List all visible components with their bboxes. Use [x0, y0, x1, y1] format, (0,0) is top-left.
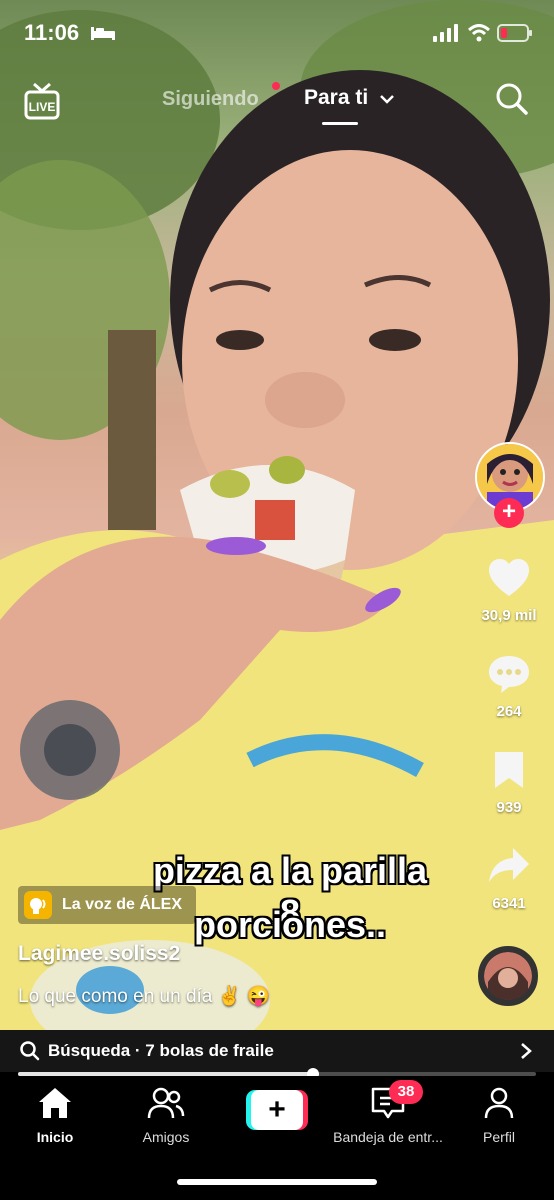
nav-home[interactable]: Inicio — [0, 1086, 110, 1145]
favorite-count: 939 — [496, 799, 522, 816]
sound-disc[interactable] — [478, 946, 538, 1006]
chevron-down-icon[interactable] — [379, 92, 395, 110]
like-count: 30,9 mil — [481, 607, 537, 624]
creator-username[interactable]: Lagimee.soliss2 — [18, 942, 180, 966]
share-button[interactable]: 6341 — [469, 846, 549, 912]
tab-following[interactable]: Siguiendo — [162, 88, 259, 111]
search-icon[interactable] — [495, 82, 529, 121]
voice-effect-label: La voz de ÁLEX — [62, 896, 183, 913]
home-icon — [39, 1088, 71, 1118]
nav-profile[interactable]: Perfil — [444, 1086, 554, 1145]
share-arrow-icon — [489, 848, 529, 882]
status-bar: 11:06 — [0, 0, 554, 66]
search-icon — [20, 1041, 40, 1066]
heart-icon — [489, 559, 529, 596]
inbox-badge: 38 — [389, 1080, 423, 1104]
nav-inbox[interactable]: Bandeja de entr... — [333, 1086, 443, 1145]
nav-friends[interactable]: Amigos — [111, 1086, 221, 1145]
comment-bubble-icon — [489, 656, 529, 693]
follow-plus-button[interactable]: + — [494, 498, 524, 528]
new-content-dot — [272, 82, 280, 90]
related-search-text: Búsqueda · 7 bolas de fraile — [48, 1041, 274, 1060]
like-button[interactable]: 30,9 mil — [469, 558, 549, 624]
bookmark-icon — [495, 752, 523, 788]
tab-for-you[interactable]: Para ti — [304, 86, 368, 110]
favorite-button[interactable]: 939 — [469, 750, 549, 816]
create-button[interactable]: + — [246, 1090, 308, 1130]
sleep-focus-icon — [90, 25, 116, 46]
share-count: 6341 — [492, 895, 526, 912]
nav-home-label: Inicio — [36, 1129, 74, 1145]
plus-icon: + — [251, 1090, 303, 1130]
friends-icon — [147, 1087, 185, 1119]
video-description: Lo que como en un día ✌️ 😜 — [18, 986, 271, 1007]
battery-low-icon — [497, 24, 533, 47]
related-search-bar[interactable]: Búsqueda · 7 bolas de fraile — [0, 1030, 554, 1072]
comment-button[interactable]: 264 — [469, 654, 549, 720]
comment-count: 264 — [496, 703, 522, 720]
chevron-right-icon — [520, 1042, 532, 1065]
top-nav: LIVE Siguiendo Para ti — [0, 78, 554, 128]
nav-profile-label: Perfil — [483, 1129, 515, 1145]
home-indicator — [177, 1179, 377, 1185]
svg-text:LIVE: LIVE — [29, 100, 56, 114]
voice-effect-tag[interactable]: La voz de ÁLEX — [18, 886, 197, 924]
nav-friends-label: Amigos — [142, 1129, 190, 1145]
wifi-icon — [467, 24, 491, 47]
active-tab-indicator — [322, 122, 358, 125]
nav-inbox-label: Bandeja de entr... — [333, 1129, 443, 1145]
clock: 11:06 — [24, 20, 80, 45]
live-tv-icon[interactable]: LIVE — [24, 82, 60, 125]
speaking-head-icon — [24, 891, 52, 919]
profile-icon — [484, 1087, 514, 1119]
cellular-signal-icon — [433, 24, 459, 47]
